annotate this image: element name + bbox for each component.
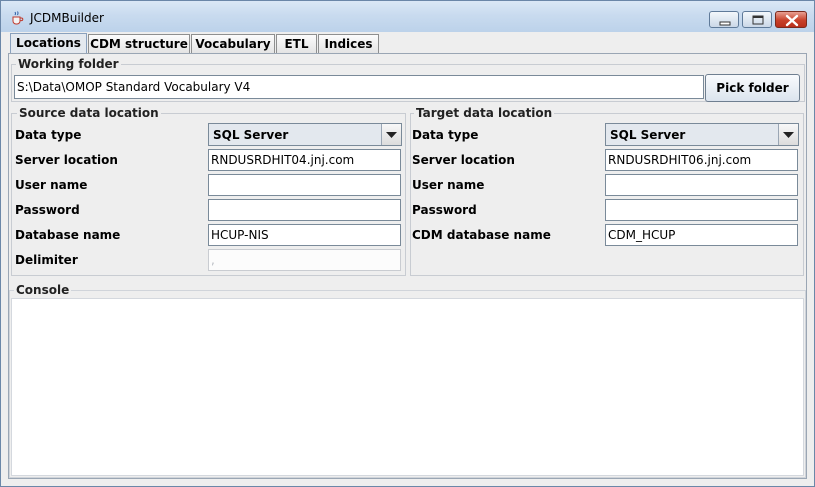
source-delimiter-field[interactable]: , — [208, 249, 401, 271]
close-button[interactable] — [775, 11, 807, 28]
locations-panel: Working folder S:\Data\OMOP Standard Voc… — [8, 53, 807, 479]
target-password-label: Password — [412, 203, 477, 217]
chevron-down-icon — [783, 132, 794, 138]
target-data-type-label: Data type — [412, 128, 479, 142]
source-password-label: Password — [15, 203, 80, 217]
tab-cdm-structure[interactable]: CDM structure — [88, 34, 190, 53]
tab-etl[interactable]: ETL — [276, 34, 317, 53]
tab-vocabulary[interactable]: Vocabulary — [191, 34, 275, 53]
source-password-field[interactable] — [208, 199, 401, 221]
chevron-down-icon — [386, 132, 397, 138]
console-title: Console — [14, 283, 72, 297]
source-data-title: Source data location — [17, 106, 161, 120]
target-data-type-select[interactable]: SQL Server — [605, 123, 799, 146]
window-title: JCDMBuilder — [30, 11, 104, 25]
target-server-field[interactable]: RNDUSRDHIT06.jnj.com — [605, 149, 798, 171]
tab-locations[interactable]: Locations — [10, 33, 87, 54]
target-password-field[interactable] — [605, 199, 798, 221]
maximize-icon — [752, 15, 764, 25]
source-database-field[interactable]: HCUP-NIS — [208, 224, 401, 246]
tab-indices[interactable]: Indices — [318, 34, 379, 53]
target-user-label: User name — [412, 178, 485, 192]
minimize-button[interactable] — [709, 11, 739, 28]
source-database-label: Database name — [15, 228, 121, 242]
target-data-title: Target data location — [414, 106, 555, 120]
source-delimiter-label: Delimiter — [15, 253, 78, 267]
working-folder-path-field[interactable]: S:\Data\OMOP Standard Vocabulary V4 — [14, 75, 704, 99]
pick-folder-button[interactable]: Pick folder — [705, 74, 800, 102]
source-server-field[interactable]: RNDUSRDHIT04.jnj.com — [208, 149, 401, 171]
source-user-label: User name — [15, 178, 88, 192]
source-server-label: Server location — [15, 153, 118, 167]
source-data-type-value: SQL Server — [209, 124, 382, 145]
console-output[interactable] — [11, 298, 804, 476]
maximize-button[interactable] — [742, 11, 772, 28]
source-user-field[interactable] — [208, 174, 401, 196]
source-data-type-label: Data type — [15, 128, 82, 142]
target-database-label: CDM database name — [412, 228, 551, 242]
target-server-label: Server location — [412, 153, 515, 167]
app-window: JCDMBuilder Locations CDM structure Voca… — [0, 0, 815, 487]
title-bar[interactable]: JCDMBuilder — [1, 1, 814, 32]
minimize-icon — [719, 21, 731, 26]
java-cup-icon — [12, 11, 24, 25]
source-data-type-select[interactable]: SQL Server — [208, 123, 402, 146]
working-folder-title: Working folder — [16, 57, 121, 71]
target-database-field[interactable]: CDM_HCUP — [605, 224, 798, 246]
target-user-field[interactable] — [605, 174, 798, 196]
target-data-type-value: SQL Server — [606, 124, 779, 145]
close-icon — [785, 14, 799, 27]
